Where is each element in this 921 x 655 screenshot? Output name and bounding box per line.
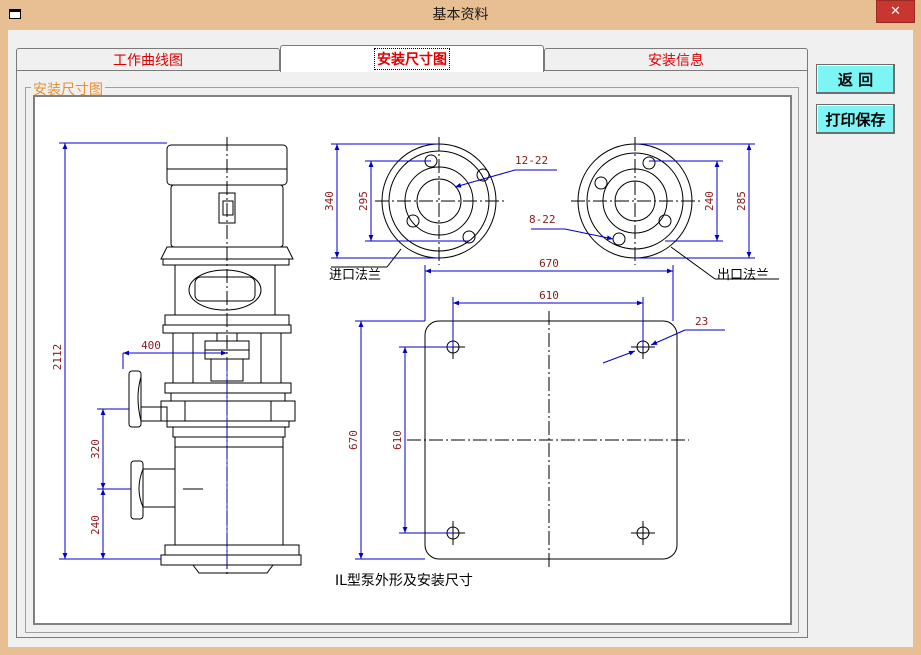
dim-outlet-bolt: 240 [703,191,716,211]
tab-install-dimensions[interactable]: 安装尺寸图 [280,45,544,72]
outlet-flange-label: 出口法兰 [717,268,769,283]
title-bar: 基本资料 ✕ [0,0,921,30]
pump-side-view [128,137,302,577]
dim-base-hole: 23 [695,315,708,328]
tab-label: 安装尺寸图 [374,48,450,70]
dim-base-width: 670 [539,257,559,270]
close-icon: ✕ [890,4,901,19]
tab-panel: 安装尺寸图 2112 400 320 240 340 295 12-22 进口法… [16,70,808,638]
dim-base-height: 240 [89,515,102,535]
dim-inlet-bolt: 295 [357,191,370,211]
dim-total-height: 2112 [51,344,64,371]
window-client: 工作曲线图 安装尺寸图 安装信息 安装尺寸图 2112 400 320 240 … [8,30,913,647]
base-dimensions [355,265,725,560]
tab-install-info[interactable]: 安装信息 [544,48,808,70]
inlet-flange-label: 进口法兰 [329,268,381,283]
drawing-canvas: 2112 400 320 240 340 295 12-22 进口法兰 8-22… [33,95,792,625]
dim-inlet-outer: 340 [323,191,336,211]
dim-base-depth: 670 [347,430,360,450]
tab-strip: 工作曲线图 安装尺寸图 安装信息 [16,45,808,72]
window-title: 基本资料 [432,7,489,23]
dim-base-bolt-depth: 610 [391,430,404,450]
drawing-caption: IL型泵外形及安装尺寸 [335,573,473,589]
installation-drawing: 2112 400 320 240 340 295 12-22 进口法兰 8-22… [51,137,779,589]
tab-label: 工作曲线图 [113,52,183,69]
dim-inlet-holes: 12-22 [515,154,548,167]
dim-arm: 400 [141,339,161,352]
tab-work-curve[interactable]: 工作曲线图 [16,48,280,70]
dim-outlet-outer: 285 [735,191,748,211]
close-button[interactable]: ✕ [876,0,915,23]
base-plan [407,311,689,569]
dim-outlet-holes: 8-22 [529,213,556,226]
back-button[interactable]: 返 回 [816,64,895,94]
tab-label: 安装信息 [648,52,704,69]
dim-base-bolt-width: 610 [539,289,559,302]
dim-inlet-height: 320 [89,439,102,459]
print-save-button[interactable]: 打印保存 [816,104,895,134]
